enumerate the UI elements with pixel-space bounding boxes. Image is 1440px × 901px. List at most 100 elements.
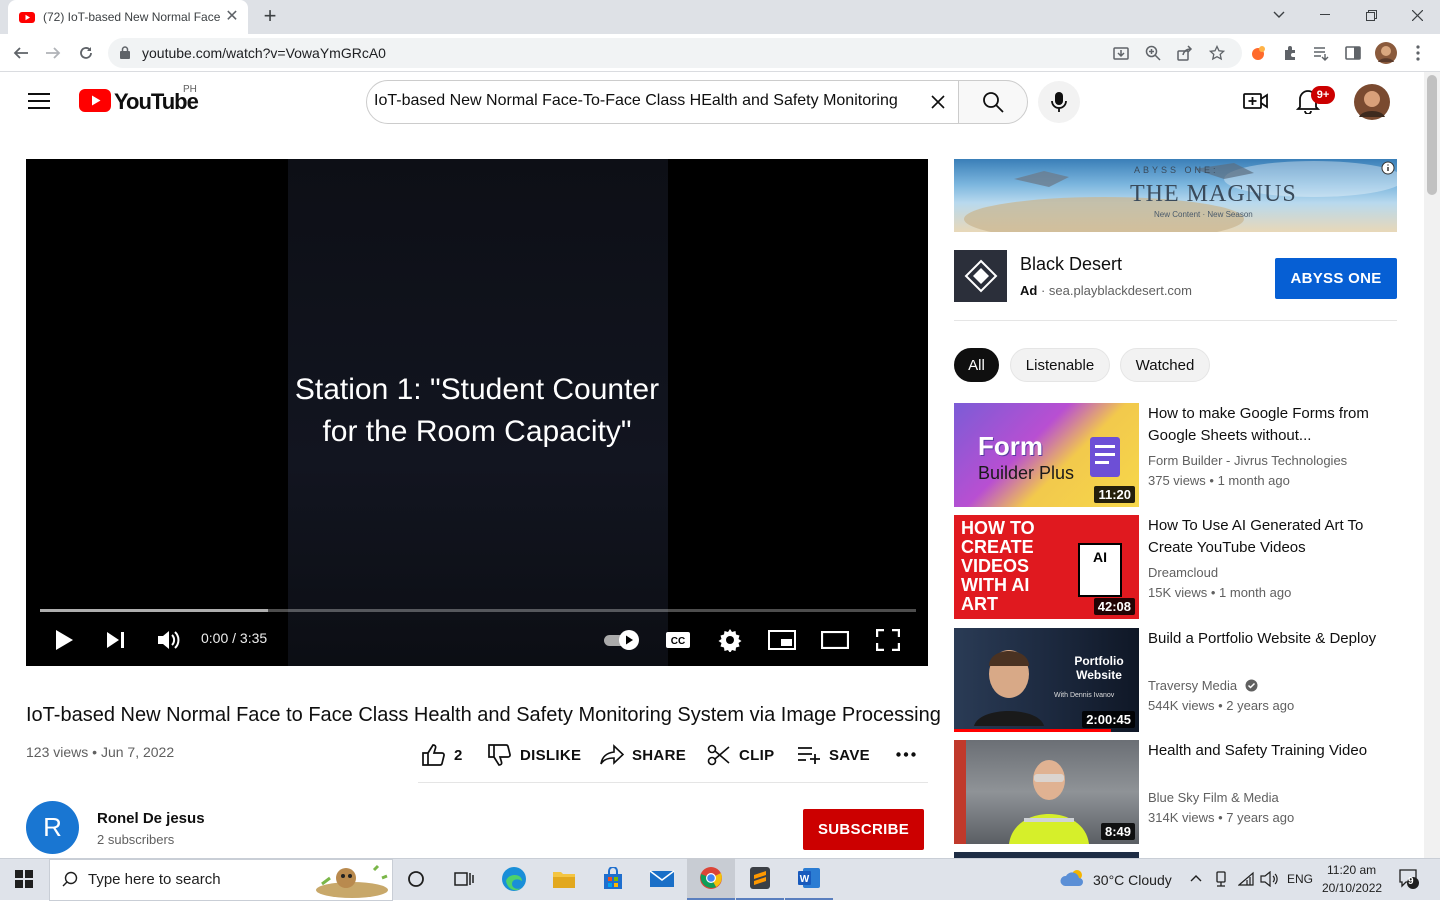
chip-watched[interactable]: Watched [1120,348,1210,382]
miniplayer-button[interactable] [768,625,796,655]
device-icon[interactable] [1214,871,1228,887]
channel-name[interactable]: Ronel De jesus [97,810,205,827]
search-input-value[interactable]: IoT-based New Normal Face-To-Face Class … [374,92,926,110]
like-button[interactable]: 2 [422,742,463,768]
tab-search-icon[interactable] [1256,0,1302,30]
extension-brave-icon[interactable] [1247,42,1269,64]
video-thumbnail[interactable]: HOW TO CREATE VIDEOS WITH AI ART AI 42:0… [954,515,1139,619]
restore-button[interactable] [1348,0,1394,30]
search-button[interactable] [958,80,1028,124]
recommendation-channel[interactable]: Traversy Media [1148,678,1258,693]
play-button[interactable] [52,625,76,655]
recommendation-channel[interactable]: Blue Sky Film & Media [1148,790,1279,805]
reload-icon[interactable] [75,42,97,64]
thumbnail-subtext: Builder Plus [978,463,1075,483]
forward-arrow-icon[interactable] [42,42,64,64]
clock-date[interactable]: 20/10/2022 [1322,881,1382,895]
scrollbar-thumb[interactable] [1427,75,1437,195]
show-hidden-icons-icon[interactable] [1190,874,1202,882]
video-player[interactable]: Station 1: "Student Counter for the Room… [26,159,928,666]
dislike-button[interactable]: DISLIKE [488,742,581,768]
more-actions-icon[interactable] [896,752,916,757]
youtube-logo-icon[interactable] [79,89,111,112]
chrome-taskbar-icon[interactable] [687,858,735,900]
chrome-menu-icon[interactable] [1407,42,1429,64]
ad-info-icon[interactable] [1381,161,1395,175]
channel-avatar[interactable]: R [26,801,79,854]
new-tab-button[interactable]: + [258,5,282,29]
task-view-icon[interactable] [440,858,488,900]
voice-search-button[interactable] [1038,81,1080,123]
hamburger-menu-icon[interactable] [28,92,50,110]
closed-captions-icon: CC [666,632,690,648]
chip-listenable[interactable]: Listenable [1010,348,1110,382]
clock-time[interactable]: 11:20 am [1327,863,1376,877]
advertiser-logo[interactable] [954,250,1007,302]
play-icon [56,630,73,650]
cortana-icon[interactable] [392,858,440,900]
autoplay-toggle[interactable] [602,625,642,655]
tab-close-icon[interactable]: ✕ [224,9,240,25]
side-panel-icon[interactable] [1342,42,1364,64]
ad-banner[interactable]: ABYSS ONE: THE MAGNUS New Content · New … [954,159,1397,232]
reading-list-icon[interactable] [1310,42,1332,64]
next-button[interactable] [104,625,128,655]
file-explorer-icon[interactable] [540,858,588,900]
taskbar-search-placeholder[interactable]: Type here to search [88,871,221,888]
settings-button[interactable] [717,625,743,655]
recommendation-item[interactable]: 8:49 Health and Safety Training Video Bl… [954,740,1424,844]
theater-mode-button[interactable] [820,625,850,655]
recommendation-item[interactable]: Portfolio Website With Dennis Ivanov 2:0… [954,628,1424,732]
zoom-icon[interactable] [1142,42,1164,64]
windows-start-icon[interactable] [0,858,48,900]
recommendation-title[interactable]: Build a Portfolio Website & Deploy [1148,628,1378,650]
wifi-icon[interactable] [1238,871,1254,887]
bookmark-star-icon[interactable] [1206,42,1228,64]
recommendation-title[interactable]: How To Use AI Generated Art To Create Yo… [1148,515,1378,559]
speaker-icon[interactable] [1260,871,1278,887]
sublime-text-icon[interactable] [736,858,784,900]
extensions-puzzle-icon[interactable] [1279,42,1301,64]
share-button[interactable]: SHARE [600,742,686,768]
recommendation-title[interactable]: How to make Google Forms from Google She… [1148,403,1378,447]
video-thumbnail[interactable]: Form Builder Plus 11:20 [954,403,1139,507]
recommendation-title[interactable]: Health and Safety Training Video [1148,740,1378,762]
address-bar[interactable]: youtube.com/watch?v=VowaYmGRcA0 [108,38,1242,68]
advertiser-name[interactable]: Black Desert [1020,254,1122,275]
browser-tab[interactable]: (72) IoT-based New Normal Face ✕ [8,0,248,34]
share-page-icon[interactable] [1174,42,1196,64]
profile-avatar[interactable] [1374,41,1398,65]
clip-button[interactable]: CLIP [707,742,774,768]
install-app-icon[interactable] [1110,42,1132,64]
ad-cta-button[interactable]: ABYSS ONE [1275,258,1397,299]
volume-button[interactable] [156,625,182,655]
fullscreen-button[interactable] [875,625,901,655]
mail-icon[interactable] [638,858,686,900]
video-thumbnail[interactable]: 8:49 [954,740,1139,844]
save-button[interactable]: SAVE [797,742,870,768]
page-scrollbar[interactable] [1424,72,1440,858]
minimize-button[interactable] [1302,0,1348,30]
word-icon[interactable]: W [785,858,833,900]
video-thumbnail[interactable]: Portfolio Website With Dennis Ivanov 2:0… [954,628,1139,732]
chip-all[interactable]: All [954,348,999,382]
taskbar-search-icon [62,871,78,887]
close-window-button[interactable] [1394,0,1440,30]
clear-search-icon[interactable] [930,94,946,110]
clip-label: CLIP [739,746,775,764]
back-arrow-icon[interactable] [10,42,32,64]
edge-browser-icon[interactable] [490,858,538,900]
recommendation-channel[interactable]: Form Builder - Jivrus Technologies [1148,453,1347,468]
account-avatar[interactable] [1354,84,1390,120]
create-video-icon[interactable] [1243,90,1269,112]
weather-cloud-icon[interactable] [1060,868,1086,888]
recommendation-item[interactable]: HOW TO CREATE VIDEOS WITH AI ART AI 42:0… [954,515,1424,619]
progress-bar[interactable] [40,609,916,612]
recommendation-item[interactable]: Form Builder Plus 11:20 How to make Goog… [954,403,1424,507]
subtitles-button[interactable]: CC [663,625,693,655]
weather-text[interactable]: 30°C Cloudy [1093,872,1172,888]
recommendation-channel[interactable]: Dreamcloud [1148,565,1218,580]
microsoft-store-icon[interactable] [589,858,637,900]
input-language[interactable]: ENG [1287,872,1313,886]
subscribe-button[interactable]: SUBSCRIBE [803,809,924,850]
